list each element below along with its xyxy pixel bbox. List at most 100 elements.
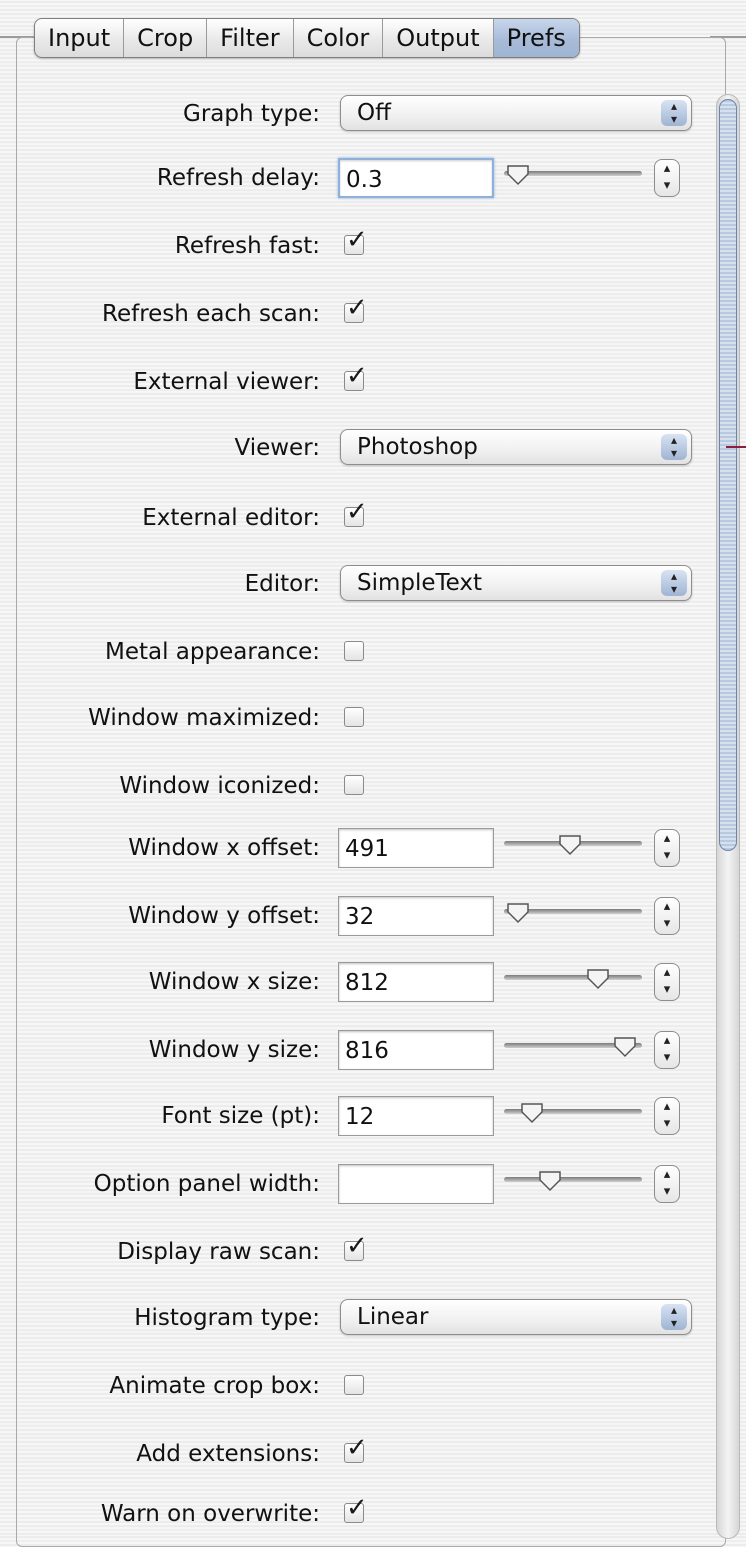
window-y-size-stepper[interactable]: ▴ ▾	[654, 1031, 680, 1069]
window-y-size-label: Window y size:	[148, 1037, 320, 1063]
tab-bar: Input Crop Filter Color Output Prefs	[34, 18, 580, 58]
window-x-offset-field[interactable]: 491	[338, 828, 494, 868]
option-panel-width-slider[interactable]	[504, 1170, 642, 1198]
add-extensions-checkbox[interactable]: ✓	[344, 1435, 368, 1463]
slider-knob[interactable]	[506, 164, 530, 186]
window-x-offset-slider[interactable]	[504, 834, 642, 862]
refresh-delay-value: 0.3	[346, 167, 383, 193]
option-panel-width-label: Option panel width:	[93, 1171, 320, 1197]
window-maximized-row: Window maximized: ✓	[0, 698, 710, 738]
viewer-label: Viewer:	[234, 435, 320, 461]
window-x-size-row: Window x size: 812 ▴ ▾	[0, 962, 710, 1002]
refresh-fast-row: Refresh fast: ✓	[0, 226, 710, 266]
font-size-stepper[interactable]: ▴ ▾	[654, 1097, 680, 1135]
window-y-offset-slider[interactable]	[504, 902, 642, 930]
window-x-offset-stepper[interactable]: ▴ ▾	[654, 829, 680, 867]
window-y-offset-field[interactable]: 32	[338, 896, 494, 936]
slider-knob[interactable]	[520, 1102, 544, 1124]
display-raw-scan-checkbox[interactable]: ✓	[344, 1233, 368, 1261]
up-down-arrows-icon: ▴ ▾	[661, 100, 687, 126]
histogram-type-row: Histogram type: Linear ▴ ▾	[0, 1298, 710, 1338]
refresh-delay-stepper[interactable]: ▴ ▾	[654, 159, 680, 197]
scrollbar-thumb[interactable]	[719, 99, 737, 851]
editor-row: Editor: SimpleText ▴ ▾	[0, 564, 710, 604]
check-icon: ✓	[346, 361, 368, 391]
window-y-size-field[interactable]: 816	[338, 1030, 494, 1070]
window-x-size-field[interactable]: 812	[338, 962, 494, 1002]
tab-crop[interactable]: Crop	[124, 19, 208, 57]
check-icon: ✓	[346, 293, 368, 323]
graph-type-select[interactable]: Off ▴ ▾	[340, 95, 692, 131]
metal-appearance-checkbox[interactable]: ✓	[344, 641, 364, 661]
external-editor-checkbox[interactable]: ✓	[344, 499, 368, 527]
slider-knob[interactable]	[558, 834, 582, 856]
up-down-arrows-icon: ▴ ▾	[661, 570, 687, 596]
stepper-arrows-icon: ▴ ▾	[663, 831, 671, 863]
window-y-offset-stepper[interactable]: ▴ ▾	[654, 897, 680, 935]
slider-knob[interactable]	[538, 1170, 562, 1192]
stepper-arrows-icon: ▴ ▾	[663, 1033, 671, 1065]
refresh-delay-slider[interactable]	[504, 164, 642, 192]
window-iconized-label: Window iconized:	[119, 773, 320, 799]
slider-knob[interactable]	[613, 1036, 637, 1058]
font-size-value: 12	[345, 1104, 375, 1130]
window-y-size-slider[interactable]	[504, 1036, 642, 1064]
display-raw-scan-row: Display raw scan: ✓	[0, 1232, 710, 1272]
graph-type-row: Graph type: Off ▴ ▾	[0, 94, 710, 134]
window-y-offset-row: Window y offset: 32 ▴ ▾	[0, 896, 710, 936]
warn-on-overwrite-checkbox[interactable]: ✓	[344, 1495, 368, 1523]
window-x-size-stepper[interactable]: ▴ ▾	[654, 963, 680, 1001]
font-size-field[interactable]: 12	[338, 1096, 494, 1136]
tab-color[interactable]: Color	[294, 19, 384, 57]
window-x-offset-value: 491	[345, 836, 389, 862]
tab-prefs[interactable]: Prefs	[493, 19, 579, 57]
window-x-offset-label: Window x offset:	[128, 835, 320, 861]
up-down-arrows-icon: ▴ ▾	[661, 1304, 687, 1330]
tab-filter[interactable]: Filter	[207, 19, 294, 57]
font-size-slider[interactable]	[504, 1102, 642, 1130]
add-extensions-label: Add extensions:	[136, 1441, 320, 1467]
viewer-value: Photoshop	[357, 434, 478, 460]
animate-crop-box-checkbox[interactable]: ✓	[344, 1375, 364, 1395]
refresh-each-scan-label: Refresh each scan:	[102, 301, 320, 327]
refresh-fast-checkbox[interactable]: ✓	[344, 227, 368, 255]
window-x-size-slider[interactable]	[504, 968, 642, 996]
slider-knob[interactable]	[586, 968, 610, 990]
metal-appearance-row: Metal appearance: ✓	[0, 632, 710, 672]
font-size-row: Font size (pt): 12 ▴ ▾	[0, 1096, 710, 1136]
stepper-arrows-icon: ▴ ▾	[663, 161, 671, 193]
window-maximized-checkbox[interactable]: ✓	[344, 707, 364, 727]
option-panel-width-row: Option panel width: ▴ ▾	[0, 1164, 710, 1204]
editor-value: SimpleText	[357, 570, 483, 596]
refresh-fast-label: Refresh fast:	[174, 233, 320, 259]
check-icon: ✓	[346, 497, 368, 527]
external-editor-label: External editor:	[142, 505, 320, 531]
animate-crop-box-label: Animate crop box:	[109, 1373, 320, 1399]
external-viewer-checkbox[interactable]: ✓	[344, 363, 368, 391]
slider-knob[interactable]	[506, 902, 530, 924]
vertical-scrollbar[interactable]	[716, 94, 740, 1539]
window-y-offset-value: 32	[345, 904, 375, 930]
editor-select[interactable]: SimpleText ▴ ▾	[340, 565, 692, 601]
option-panel-width-stepper[interactable]: ▴ ▾	[654, 1165, 680, 1203]
viewer-select[interactable]: Photoshop ▴ ▾	[340, 429, 692, 465]
external-viewer-label: External viewer:	[133, 369, 320, 395]
refresh-delay-field[interactable]: 0.3	[338, 158, 494, 198]
window-x-size-label: Window x size:	[148, 969, 320, 995]
tab-output[interactable]: Output	[383, 19, 494, 57]
graph-type-value: Off	[357, 100, 391, 126]
stepper-arrows-icon: ▴ ▾	[663, 1099, 671, 1131]
option-panel-width-field[interactable]	[338, 1164, 494, 1204]
slider-track	[504, 1177, 642, 1182]
window-y-size-row: Window y size: 816 ▴ ▾	[0, 1030, 710, 1070]
histogram-type-value: Linear	[357, 1304, 429, 1330]
histogram-type-select[interactable]: Linear ▴ ▾	[340, 1299, 692, 1335]
window-x-offset-row: Window x offset: 491 ▴ ▾	[0, 828, 710, 868]
window-y-size-value: 816	[345, 1038, 389, 1064]
refresh-each-scan-checkbox[interactable]: ✓	[344, 295, 368, 323]
check-icon: ✓	[346, 1433, 368, 1463]
tab-input[interactable]: Input	[35, 19, 125, 57]
external-viewer-row: External viewer: ✓	[0, 362, 710, 402]
viewer-row: Viewer: Photoshop ▴ ▾	[0, 428, 710, 468]
window-iconized-checkbox[interactable]: ✓	[344, 775, 364, 795]
